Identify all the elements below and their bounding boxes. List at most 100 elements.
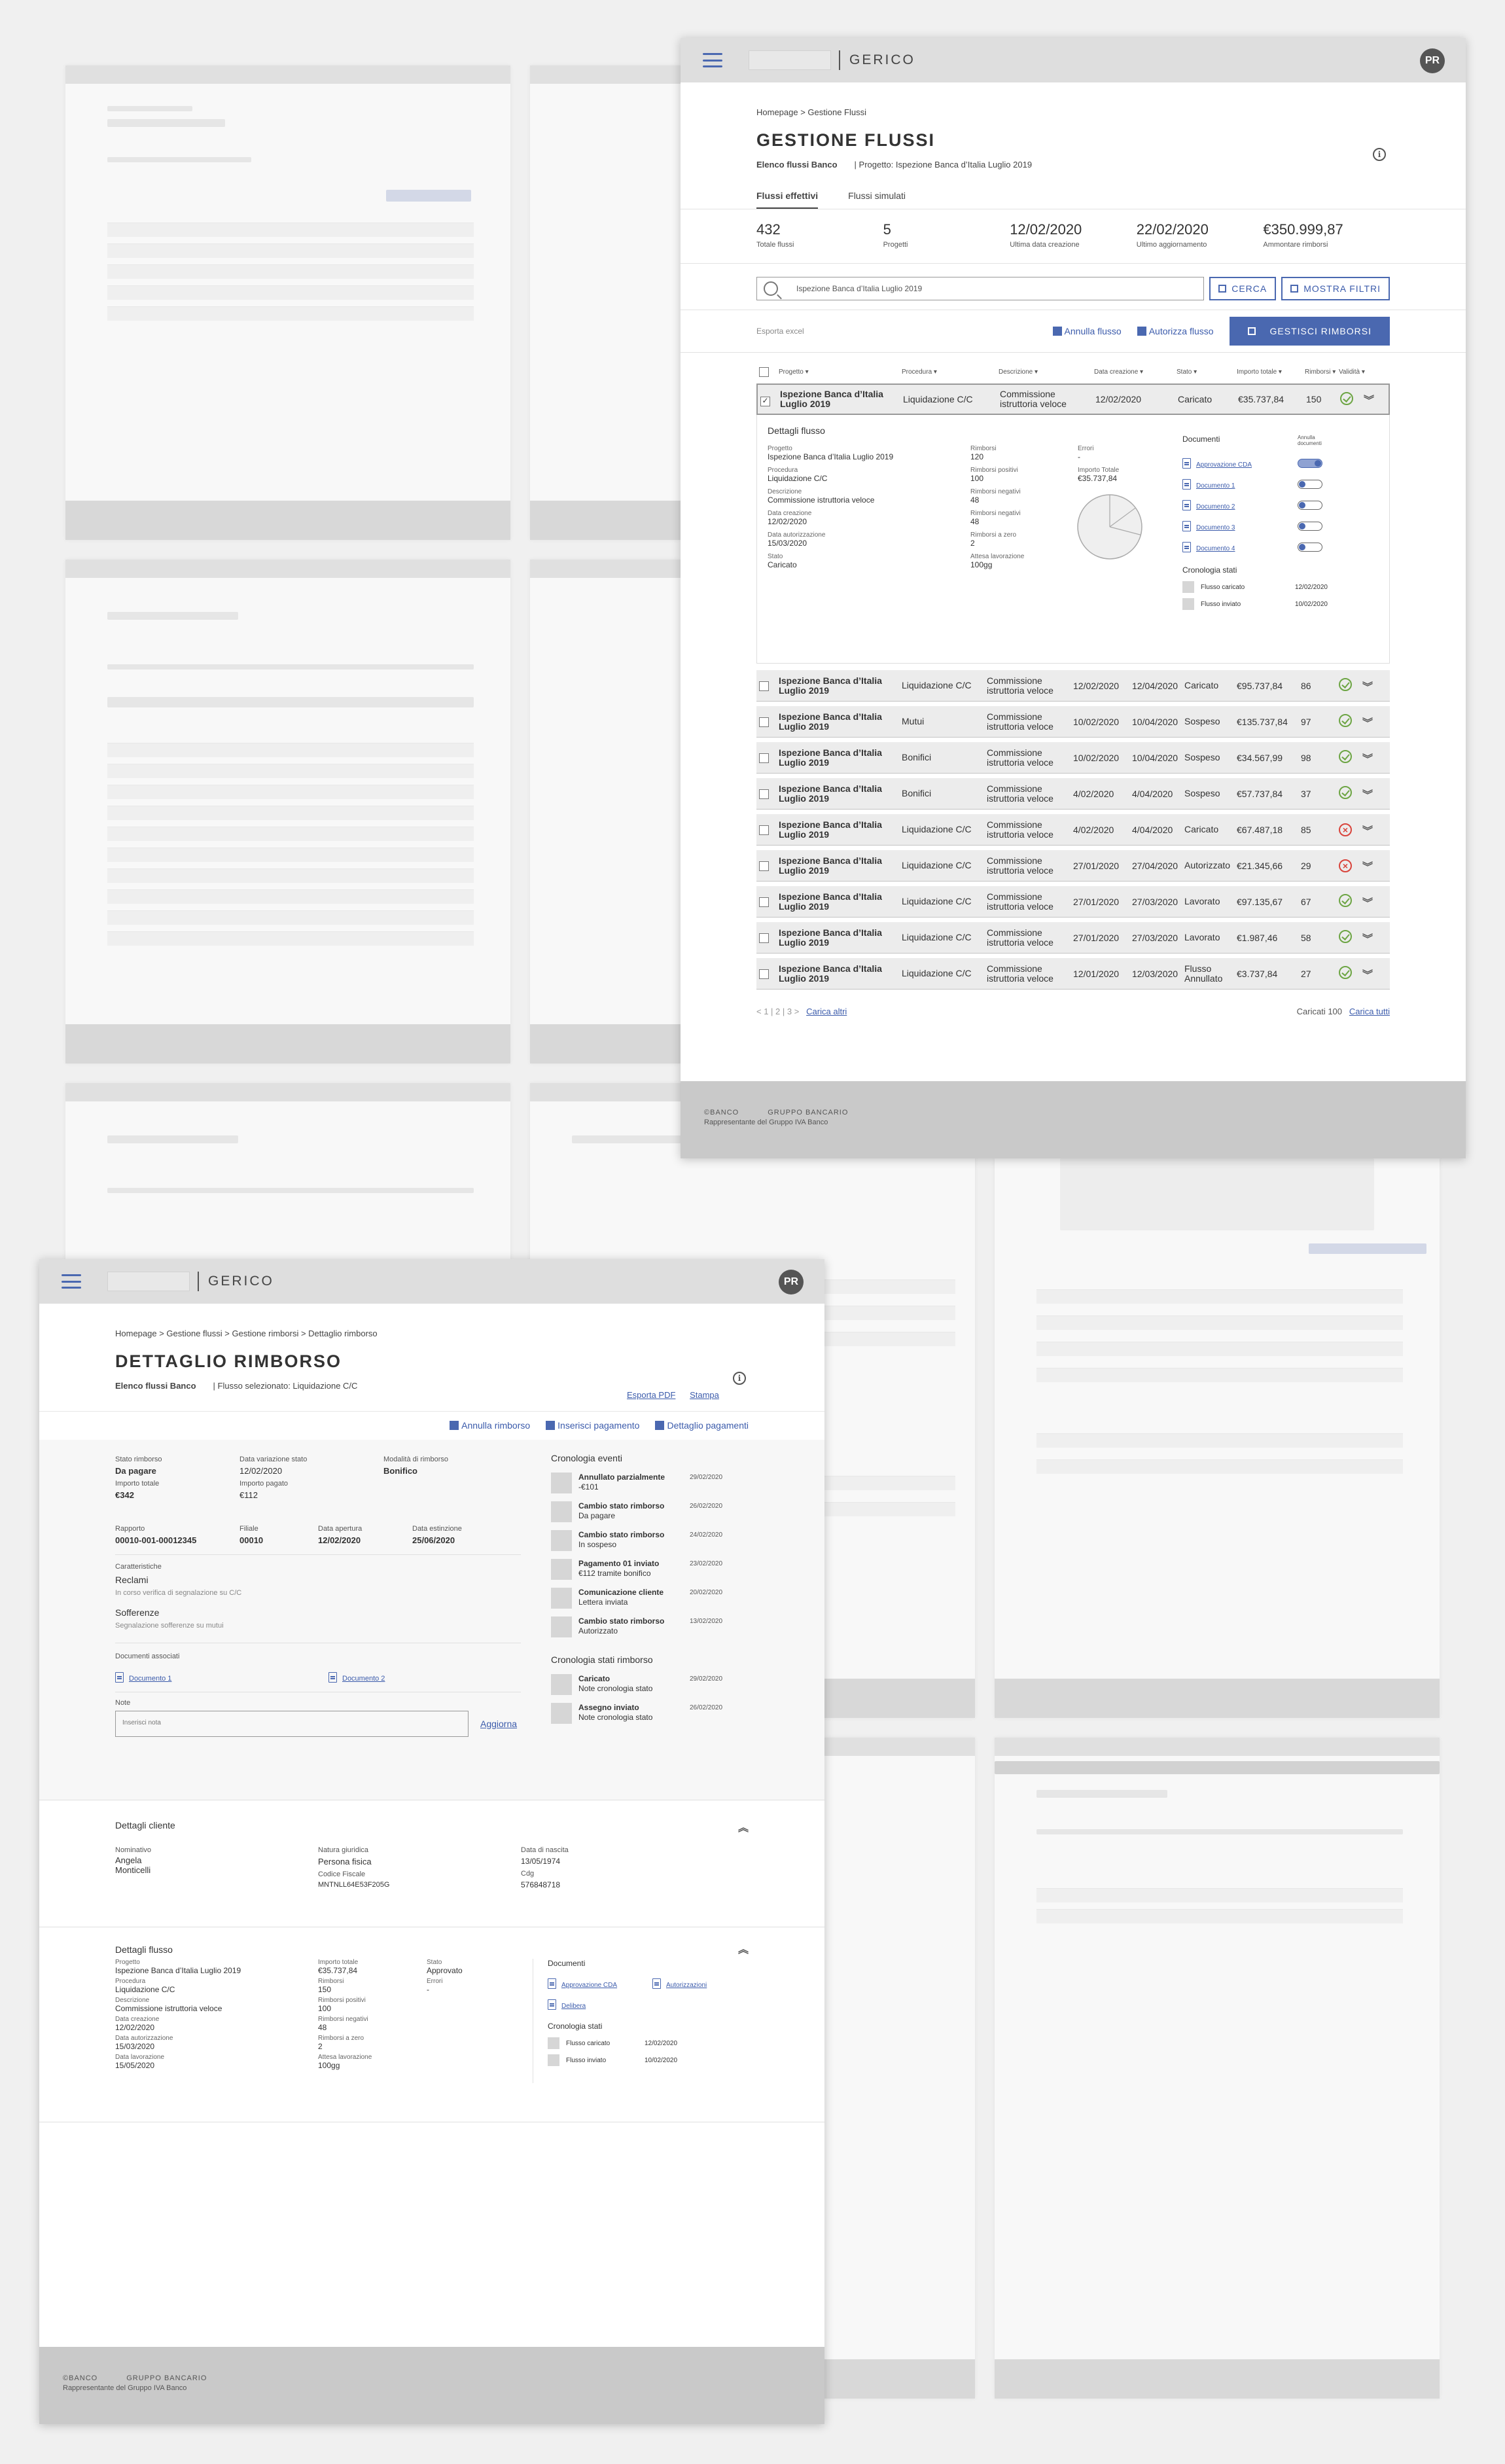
document-link[interactable]: Documento 4 (1182, 542, 1235, 552)
valid-check-icon (1340, 391, 1353, 405)
show-filters-button[interactable]: MOSTRA FILTRI (1281, 277, 1390, 300)
table-row[interactable]: Ispezione Banca d’Italia Luglio 2019 Mutu… (756, 706, 1390, 738)
pagination[interactable]: < 1 | 2 | 3 > (756, 1007, 799, 1016)
table-row-expanded[interactable]: ✓ Ispezione Banca d’Italia Luglio 2019 L… (756, 384, 1390, 415)
table-row[interactable]: Ispezione Banca d’Italia Luglio 2019 Liqu… (756, 958, 1390, 990)
insert-payment-action[interactable]: Inserisci pagamento (546, 1420, 639, 1431)
logo-placeholder (107, 1272, 190, 1291)
valid-check-icon (1339, 894, 1352, 907)
search-input[interactable]: Ispezione Banca d’Italia Luglio 2019 (756, 277, 1205, 300)
document-link[interactable]: Delibera (548, 1999, 586, 2010)
valid-check-icon (1339, 714, 1352, 727)
row-checkbox[interactable] (759, 897, 769, 907)
document-toggle[interactable] (1298, 459, 1322, 468)
document-link[interactable]: Documento 1 (115, 1672, 328, 1683)
row-checkbox[interactable] (759, 933, 769, 943)
expand-chevron-icon[interactable]: ︾ (1362, 786, 1375, 802)
row-checkbox[interactable] (759, 861, 769, 871)
table-row[interactable]: Ispezione Banca d’Italia Luglio 2019 Liqu… (756, 850, 1390, 882)
document-icon (1182, 500, 1191, 510)
stat-value: €350.999,87 (1263, 221, 1343, 238)
event-thumbnail (551, 1616, 572, 1637)
user-avatar[interactable]: PR (779, 1270, 804, 1294)
export-excel-link[interactable]: Esporta excel (756, 327, 1037, 336)
export-pdf-link[interactable]: Esporta PDF (627, 1390, 675, 1400)
document-toggle[interactable] (1298, 543, 1322, 552)
tab-flussi-simulati[interactable]: Flussi simulati (848, 190, 906, 209)
timeline-event: Comunicazione cliente Lettera inviata 20/0… (551, 1588, 760, 1609)
brand-name: GERICO (208, 1274, 274, 1289)
expand-chevron-icon[interactable]: ︾ (1362, 750, 1375, 766)
hamburger-menu-icon[interactable] (62, 1274, 81, 1289)
timeline-event: Cambio stato rimborso Autorizzato 13/02/20… (551, 1616, 760, 1637)
update-note-link[interactable]: Aggiorna (480, 1719, 517, 1729)
cancel-refund-action[interactable]: Annulla rimborso (450, 1420, 530, 1431)
expand-chevron-icon[interactable]: ︾ (1362, 678, 1375, 694)
refund-pie-chart (1077, 494, 1142, 560)
list-label: Elenco flussi Banco (756, 160, 838, 170)
table-row[interactable]: Ispezione Banca d’Italia Luglio 2019 Liqu… (756, 670, 1390, 702)
info-icon[interactable]: i (1373, 148, 1386, 161)
table-row[interactable]: Ispezione Banca d’Italia Luglio 2019 Liqu… (756, 922, 1390, 954)
selected-flow-label: | Flusso selezionato: Liquidazione C/C (213, 1381, 358, 1391)
document-link[interactable]: Documento 2 (328, 1672, 385, 1683)
table-row[interactable]: Ispezione Banca d’Italia Luglio 2019 Boni… (756, 742, 1390, 774)
row-checkbox[interactable] (759, 789, 769, 799)
search-button[interactable]: CERCA (1209, 277, 1277, 300)
valid-check-icon (1339, 750, 1352, 763)
expand-chevron-icon[interactable]: ︾ (1362, 822, 1375, 838)
table-row[interactable]: Ispezione Banca d’Italia Luglio 2019 Boni… (756, 778, 1390, 810)
row-checkbox[interactable]: ✓ (760, 396, 770, 406)
document-link[interactable]: Documento 3 (1182, 521, 1235, 531)
row-checkbox[interactable] (759, 717, 769, 727)
document-link[interactable]: Approvazione CDA (1182, 458, 1252, 469)
user-avatar[interactable]: PR (1420, 48, 1445, 73)
document-icon (1182, 521, 1191, 531)
document-toggle[interactable] (1298, 480, 1322, 489)
document-link[interactable]: Autorizzazioni (652, 1978, 707, 1989)
payment-details-action[interactable]: Dettaglio pagamenti (655, 1420, 749, 1431)
row-checkbox[interactable] (759, 681, 769, 691)
row-checkbox[interactable] (759, 753, 769, 763)
document-link[interactable]: Approvazione CDA (548, 1978, 652, 1989)
bg-mockup-1 (65, 65, 510, 540)
table-row[interactable]: Ispezione Banca d’Italia Luglio 2019 Liqu… (756, 814, 1390, 846)
footer: ©BANCO GRUPPO BANCARIO Rappresentante del… (681, 1081, 1466, 1158)
expand-chevron-icon[interactable]: ︾ (1362, 858, 1375, 874)
expand-chevron-icon[interactable]: ︾ (1362, 894, 1375, 910)
collapse-chevron-icon[interactable]: ︽ (738, 1819, 749, 1834)
expand-chevron-icon[interactable]: ︾ (1362, 930, 1375, 946)
document-link[interactable]: Documento 2 (1182, 500, 1235, 510)
document-link[interactable]: Documento 1 (1182, 479, 1235, 490)
event-thumbnail (551, 1674, 572, 1695)
row-checkbox[interactable] (759, 825, 769, 835)
table-row[interactable]: Ispezione Banca d’Italia Luglio 2019 Liqu… (756, 886, 1390, 918)
logo-placeholder (749, 50, 831, 70)
row-checkbox[interactable] (759, 969, 769, 979)
document-toggle[interactable] (1298, 522, 1322, 531)
document-icon (115, 1672, 124, 1683)
collapse-chevron-icon[interactable]: ︾ (1364, 391, 1377, 407)
load-all-link[interactable]: Carica tutti (1349, 1007, 1390, 1016)
tab-flussi-effettivi[interactable]: Flussi effettivi (756, 190, 819, 209)
bg-mockup-2 (530, 65, 681, 540)
info-icon[interactable]: i (733, 1372, 746, 1385)
authorize-flow-action[interactable]: Autorizza flusso (1137, 326, 1214, 336)
collapse-chevron-icon[interactable]: ︽ (738, 1940, 749, 1956)
event-thumbnail (551, 1559, 572, 1580)
event-thumbnail (551, 1530, 572, 1551)
stat-value: 5 (883, 221, 891, 238)
search-icon (764, 281, 778, 296)
expand-chevron-icon[interactable]: ︾ (1362, 714, 1375, 730)
top-bar: GERICO PR (39, 1259, 824, 1304)
note-input[interactable]: Inserisci nota (115, 1711, 469, 1737)
expand-chevron-icon[interactable]: ︾ (1362, 966, 1375, 982)
print-link[interactable]: Stampa (690, 1390, 719, 1400)
select-all-checkbox[interactable] (759, 366, 769, 377)
cancel-flow-action[interactable]: Annulla flusso (1052, 326, 1122, 336)
load-more-link[interactable]: Carica altri (806, 1007, 847, 1016)
timeline-event: Caricato Note cronologia stato 29/02/2020 (551, 1674, 760, 1695)
manage-refunds-button[interactable]: GESTISCI RIMBORSI (1229, 317, 1390, 346)
hamburger-menu-icon[interactable] (703, 53, 722, 67)
document-toggle[interactable] (1298, 501, 1322, 510)
